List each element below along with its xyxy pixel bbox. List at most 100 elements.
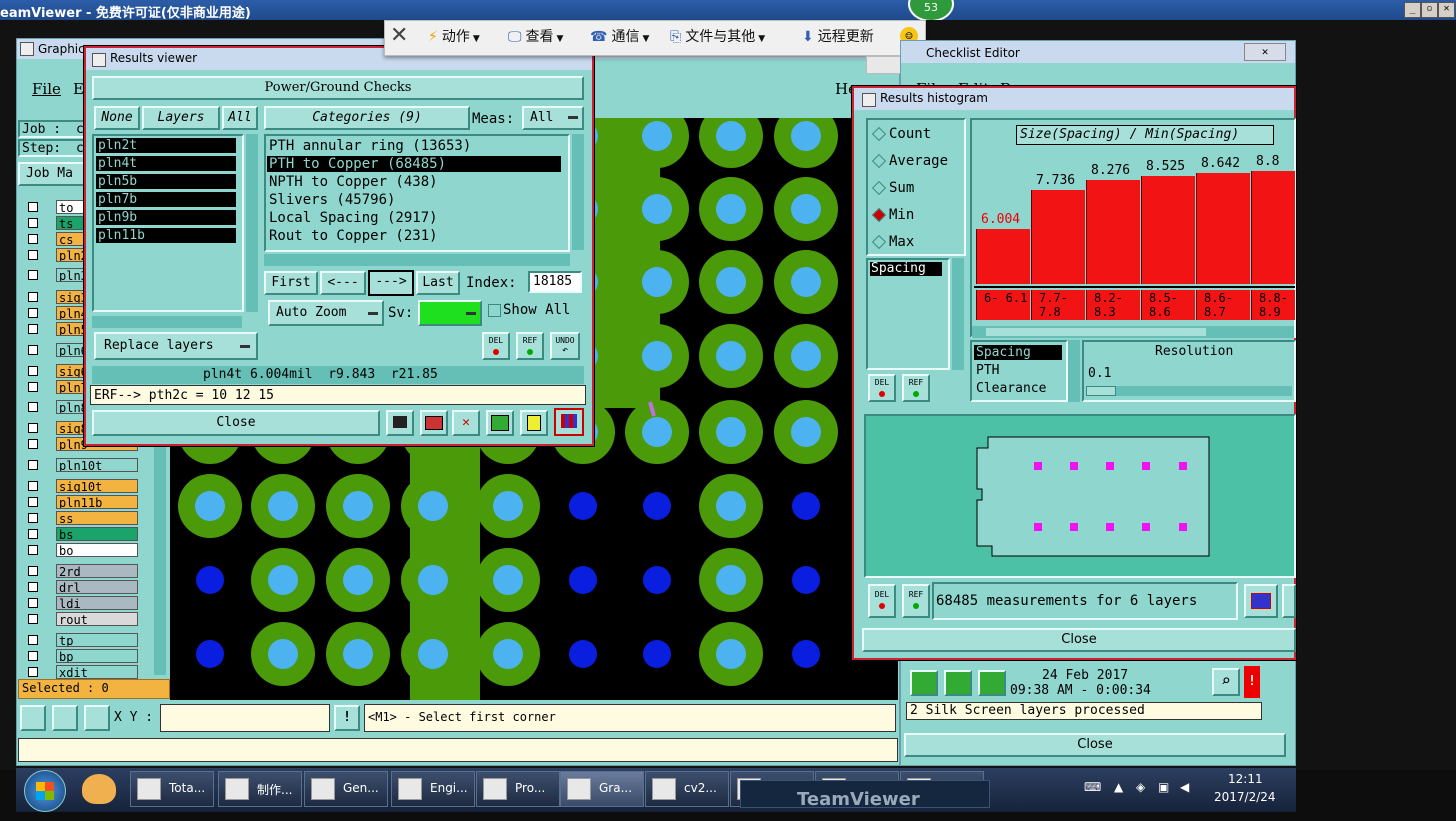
category-scrollbar[interactable] [572, 134, 584, 250]
layer-checkbox[interactable] [28, 582, 38, 592]
del-button[interactable]: DEL [482, 332, 510, 360]
grid-icon[interactable] [84, 705, 110, 731]
prev-button[interactable]: <--- [320, 271, 366, 295]
spacing-item[interactable]: Spacing [974, 345, 1062, 360]
hist-bar[interactable] [1031, 190, 1085, 284]
layer-checkbox[interactable] [28, 270, 38, 280]
hist-export-icon[interactable] [1282, 584, 1296, 618]
rv-layer-hscroll[interactable] [92, 316, 242, 328]
close-window-button[interactable]: ✕ [1438, 2, 1455, 18]
layer-checkbox[interactable] [28, 292, 38, 302]
layer-checkbox[interactable] [28, 460, 38, 470]
layer-checkbox[interactable] [28, 481, 38, 491]
network-icon[interactable]: ◈ [1136, 780, 1145, 794]
cl-run-icon-1[interactable] [910, 670, 938, 696]
layer-checkbox[interactable] [28, 513, 38, 523]
alert-icon[interactable]: ! [334, 705, 360, 731]
zoom-box-icon[interactable] [20, 705, 46, 731]
layer-checkbox[interactable] [28, 497, 38, 507]
taskbar-item[interactable]: Gra... [560, 771, 644, 807]
taskbar-item[interactable]: cv2... [645, 771, 729, 807]
layer-checkbox[interactable] [28, 439, 38, 449]
start-button[interactable] [24, 770, 66, 812]
shell-icon[interactable] [82, 774, 116, 804]
tv-menu-item[interactable]: ☎ 通信 ▼ [590, 24, 649, 50]
pad-info-icon[interactable] [386, 410, 414, 436]
category-item[interactable]: NPTH to Copper (438) [267, 174, 561, 190]
layer-row[interactable]: bp [22, 649, 140, 663]
layer-checkbox[interactable] [28, 423, 38, 433]
menu-file[interactable]: File [32, 80, 61, 98]
monitor-tray-icon[interactable]: ▣ [1158, 780, 1169, 794]
taskbar-item[interactable]: Gen... [304, 771, 388, 807]
hist-del-button[interactable]: DEL [868, 374, 896, 402]
layer-row[interactable]: ss [22, 511, 140, 525]
next-button[interactable]: ---> [368, 270, 414, 296]
rv-layer-item[interactable]: pln7b [96, 192, 236, 207]
layer-row[interactable]: bo [22, 543, 140, 557]
hist-bar[interactable] [1086, 180, 1140, 284]
layer-checkbox[interactable] [28, 345, 38, 355]
hist-bar[interactable] [1251, 171, 1295, 284]
sv-color-dropdown[interactable] [418, 300, 482, 326]
rv-close-button[interactable]: Close [92, 410, 380, 436]
layer-checkbox[interactable] [28, 218, 38, 228]
layer-checkbox[interactable] [28, 382, 38, 392]
checklist-close-icon[interactable]: ✕ [1244, 43, 1286, 61]
rv-layer-item[interactable]: pln5b [96, 174, 236, 189]
rv-layer-scrollbar[interactable] [246, 134, 258, 312]
meas-dropdown[interactable]: All [522, 106, 584, 130]
layer-checkbox[interactable] [28, 529, 38, 539]
report-icon[interactable] [520, 410, 548, 436]
hist-ref-button[interactable]: REF [902, 374, 930, 402]
hist-chart-icon[interactable] [1244, 584, 1278, 618]
tv-close-icon[interactable]: ✕ [390, 24, 412, 48]
rv-layer-item[interactable]: pln2t [96, 138, 236, 153]
volume-icon[interactable]: ◀ [1180, 780, 1189, 794]
layer-checkbox[interactable] [28, 250, 38, 260]
category-item[interactable]: Rout to Copper (231) [267, 228, 561, 244]
keyboard-icon[interactable]: ⌨ [1084, 780, 1101, 794]
first-button[interactable]: First [264, 271, 318, 295]
rv-layer-item[interactable]: pln9b [96, 210, 236, 225]
layer-checkbox[interactable] [28, 324, 38, 334]
taskbar-item[interactable]: 制作... [218, 771, 302, 807]
hist-list-scrollbar[interactable] [952, 258, 964, 370]
layer-row[interactable]: pln10t [22, 458, 140, 472]
rv-layer-item[interactable]: pln11b [96, 228, 236, 243]
cl-alert-icon[interactable]: ! [1244, 666, 1260, 698]
taskbar-item[interactable]: Engi... [391, 771, 475, 807]
layer-checkbox[interactable] [28, 635, 38, 645]
show-all-checkbox[interactable] [488, 304, 501, 317]
tray-arrow-icon[interactable]: ▲ [1114, 780, 1123, 794]
all-layers-button[interactable]: All [222, 106, 258, 130]
replace-layers-dropdown[interactable]: Replace layers [94, 332, 258, 360]
tv-menu-item[interactable]: 🖵 查看 ▼ [508, 24, 563, 50]
measure-icon[interactable] [52, 705, 78, 731]
step-icon[interactable] [486, 410, 514, 436]
cl-search-icon[interactable]: ⌕ [1212, 668, 1240, 696]
ref-button[interactable]: REF [516, 332, 544, 360]
layers-button[interactable]: Layers [142, 106, 220, 130]
index-input[interactable]: 18185 [528, 271, 582, 293]
resolution-slider-thumb[interactable] [1086, 386, 1116, 396]
categories-button[interactable]: Categories (9) [264, 106, 470, 130]
minimize-button[interactable]: _ [1404, 2, 1421, 18]
category-item[interactable]: Local Spacing (2917) [267, 210, 561, 226]
category-hscroll[interactable] [264, 254, 570, 266]
monitor-icon[interactable] [420, 410, 448, 436]
delete-cross-icon[interactable]: ✕ [452, 410, 480, 436]
layer-checkbox[interactable] [28, 202, 38, 212]
hist-hscroll[interactable] [972, 326, 1294, 338]
cl-close-button[interactable]: Close [904, 733, 1286, 757]
hist-bar[interactable] [976, 229, 1030, 284]
undo-button[interactable]: UNDO ↶ [550, 332, 580, 360]
layer-checkbox[interactable] [28, 366, 38, 376]
category-item[interactable]: Slivers (45796) [267, 192, 561, 208]
layer-checkbox[interactable] [28, 614, 38, 624]
layer-row[interactable]: tp [22, 633, 140, 647]
tv-menu-item[interactable]: ⬇ 远程更新 [802, 24, 874, 50]
hist-bar[interactable] [1141, 176, 1195, 284]
layer-row[interactable]: sig10t [22, 479, 140, 493]
layer-checkbox[interactable] [28, 402, 38, 412]
